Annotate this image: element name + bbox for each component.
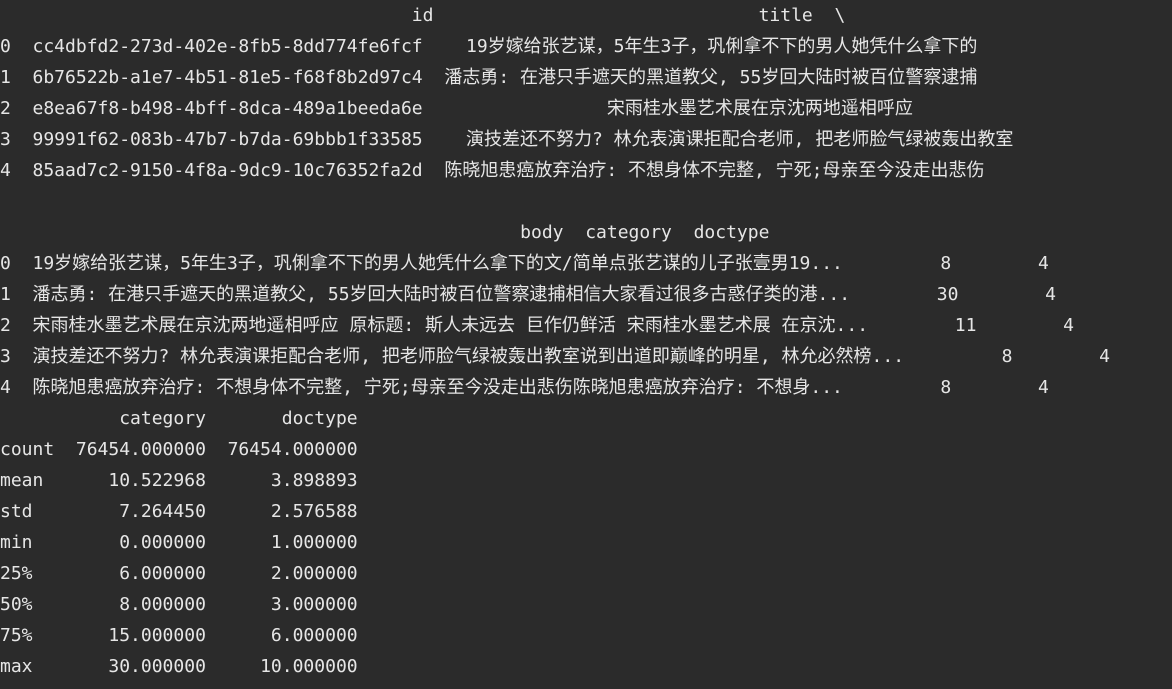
describe-row-25: 25% 6.000000 2.000000 — [0, 563, 358, 584]
describe-row-75: 75% 15.000000 6.000000 — [0, 625, 358, 646]
body-row-3: 3 演技差还不努力? 林允表演课拒配合老师, 把老师脸气绿被轰出教室说到出道即巅… — [0, 346, 1110, 367]
describe-row-std: std 7.264450 2.576588 — [0, 501, 358, 522]
describe-row-mean: mean 10.522968 3.898893 — [0, 470, 358, 491]
title-header-line: id title \ — [0, 5, 846, 26]
body-row-0: 0 19岁嫁给张艺谋，5年生3子，巩俐拿不下的男人她凭什么拿下的文/简单点张艺谋… — [0, 253, 1049, 274]
describe-row-count: count 76454.000000 76454.000000 — [0, 439, 358, 460]
body-header-line: body category doctype — [0, 222, 770, 243]
body-row-4: 4 陈晓旭患癌放弃治疗: 不想身体不完整, 宁死;母亲至今没走出悲伤陈晓旭患癌放… — [0, 377, 1049, 398]
describe-row-min: min 0.000000 1.000000 — [0, 532, 358, 553]
describe-header-line: category doctype — [0, 408, 358, 429]
title-row-0: 0 cc4dbfd2-273d-402e-8fb5-8dd774fe6fcf 1… — [0, 36, 978, 57]
title-row-2: 2 e8ea67f8-b498-4bff-8dca-489a1beeda6e 宋… — [0, 98, 913, 119]
title-row-4: 4 85aad7c2-9150-4f8a-9dc9-10c76352fa2d 陈… — [0, 160, 985, 181]
console-output: id title \ 0 cc4dbfd2-273d-402e-8fb5-8dd… — [0, 0, 1172, 689]
body-row-1: 1 潘志勇: 在港只手遮天的黑道教父, 55岁回大陆时被百位警察逮捕相信大家看过… — [0, 284, 1056, 305]
title-row-1: 1 6b76522b-a1e7-4b51-81e5-f68f8b2d97c4 潘… — [0, 67, 978, 88]
describe-row-max: max 30.000000 10.000000 — [0, 656, 358, 677]
body-row-2: 2 宋雨桂水墨艺术展在京沈两地遥相呼应 原标题: 斯人未远去 巨作仍鲜活 宋雨桂… — [0, 315, 1074, 336]
describe-row-50: 50% 8.000000 3.000000 — [0, 594, 358, 615]
title-row-3: 3 99991f62-083b-47b7-b7da-69bbb1f33585 演… — [0, 129, 1014, 150]
